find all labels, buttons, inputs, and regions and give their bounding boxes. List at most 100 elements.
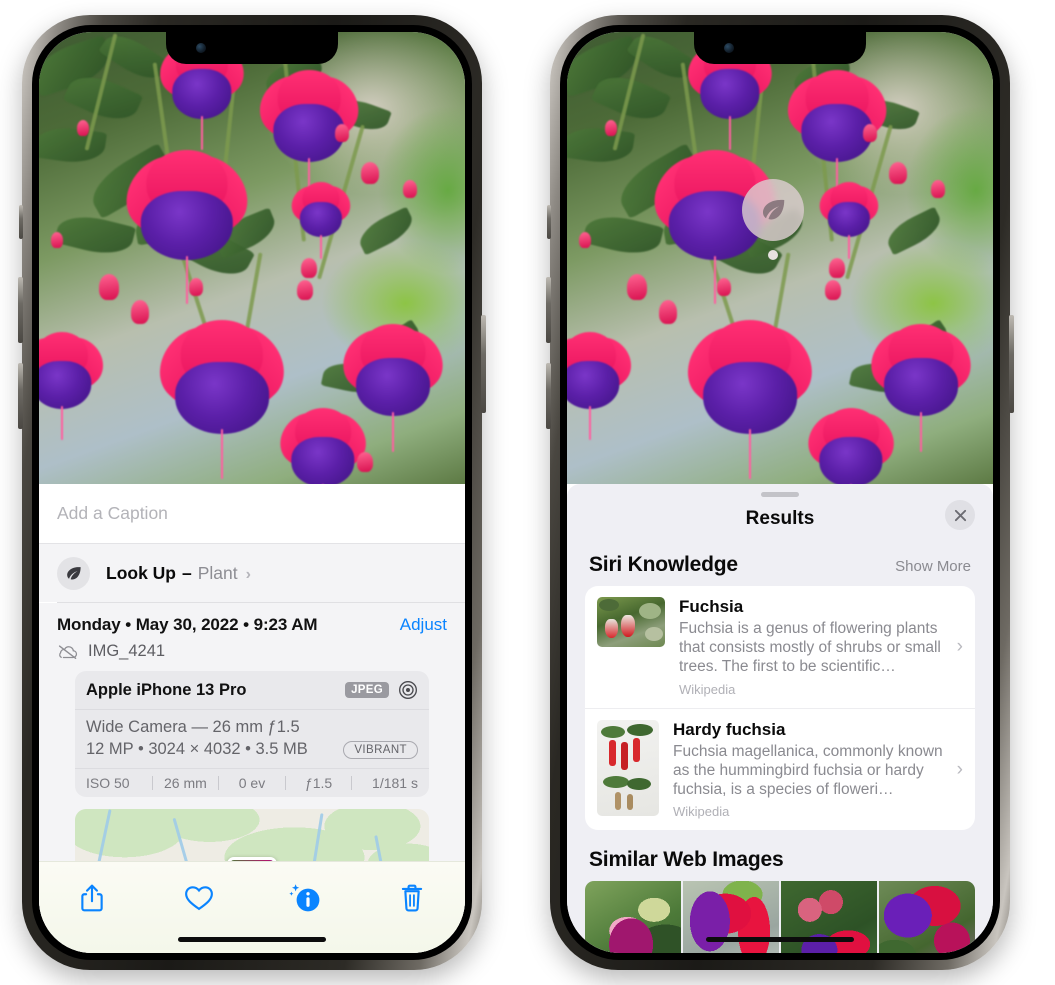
leaf-icon [57,556,90,590]
filename: IMG_4241 [88,642,166,660]
visual-look-up-anchor-dot [768,250,778,260]
photo-viewer[interactable] [39,32,465,484]
leaf-icon [763,199,785,220]
camera-model: Apple iPhone 13 Pro [86,680,247,699]
lens-info: Wide Camera — 26 mm ƒ1.5 [86,718,300,736]
look-up-row[interactable]: ✦ ✦ Look Up – Plant › [39,536,465,602]
similar-web-image-3[interactable] [781,881,877,953]
exif-stat-iso: ISO 50 [86,775,130,791]
home-indicator[interactable] [706,937,854,942]
knowledge-text: Hardy fuchsia Fuchsia magellanica, commo… [673,720,963,820]
image-size-info: 12 MP • 3024 × 4032 • 3.5 MB [86,740,308,758]
flower [797,402,905,484]
front-camera-icon [196,43,206,53]
knowledge-text: Fuchsia Fuchsia is a genus of flowering … [679,597,963,697]
knowledge-description: Fuchsia is a genus of flowering plants t… [679,620,941,676]
section-title: Similar Web Images [589,848,784,872]
exif-stat-shutter: 1/181 s [372,775,418,791]
notch [694,32,866,64]
volume-down-button[interactable] [546,363,551,429]
look-up-subject: Plant [197,562,238,583]
similar-web-images-strip[interactable] [585,881,975,953]
chevron-right-icon: › [956,635,963,657]
share-button[interactable] [64,876,120,920]
icloud-slash-icon [57,644,79,660]
knowledge-row[interactable]: Fuchsia Fuchsia is a genus of flowering … [585,586,975,708]
exif-header: Apple iPhone 13 Pro JPEG [75,671,429,710]
knowledge-source: Wikipedia [673,804,730,820]
favorite-button[interactable] [171,876,227,920]
volume-down-button[interactable] [18,363,23,429]
volume-up-button[interactable] [546,277,551,343]
siri-knowledge-header: Siri Knowledge Show More [567,541,993,586]
flower [812,178,886,259]
similar-web-image-4[interactable] [879,881,975,953]
silent-switch[interactable] [547,205,551,239]
adjust-button[interactable]: Adjust [400,615,447,635]
show-more-button[interactable]: Show More [895,558,971,575]
exif-stat-focal: 26 mm [163,775,207,791]
knowledge-row[interactable]: Hardy fuchsia Fuchsia magellanica, commo… [585,707,975,831]
flower [247,64,371,198]
metadata-block: Monday • May 30, 2022 • 9:23 AM Adjust I… [39,603,465,895]
capture-date: Monday • May 30, 2022 • 9:23 AM [57,615,318,634]
caption-field-row[interactable]: Add a Caption [39,484,465,544]
results-sheet: Results Siri Knowledge Show More Fuchsia… [567,484,993,953]
exif-body: Wide Camera — 26 mm ƒ1.5 12 MP • 3024 × … [75,710,429,768]
iphone-right-device: Results Siri Knowledge Show More Fuchsia… [546,15,1014,970]
siri-knowledge-card: Fuchsia Fuchsia is a genus of flowering … [585,586,975,831]
visual-look-up-badge[interactable] [742,179,804,241]
results-header: Results [567,497,993,541]
exif-card[interactable]: Apple iPhone 13 Pro JPEG Wide Camera — 2… [75,671,429,797]
photo-detail-sheet: Add a Caption ✦ ✦ Look Up – [39,484,465,953]
knowledge-title: Fuchsia [679,597,744,616]
section-title: Siri Knowledge [589,553,738,576]
photo-viewer[interactable] [567,32,993,484]
chevron-right-icon: › [245,565,251,583]
photographic-style-badge: VIBRANT [343,740,418,759]
home-indicator[interactable] [178,937,326,942]
flower [775,64,899,198]
notch [166,32,338,64]
chevron-right-icon: › [956,758,963,780]
look-up-dash: – [182,562,192,583]
similar-web-image-2[interactable] [683,881,779,953]
device-bezel: Results Siri Knowledge Show More Fuchsia… [560,25,1000,960]
flower [39,327,114,440]
flower [284,178,358,259]
close-button[interactable] [945,500,975,530]
info-button[interactable] [277,876,333,920]
similar-web-images-header: Similar Web Images [567,830,993,881]
silent-switch[interactable] [19,205,23,239]
knowledge-source: Wikipedia [679,681,736,697]
screenshot-stage: Add a Caption ✦ ✦ Look Up – [0,0,1055,985]
flower [567,327,642,440]
power-button[interactable] [1009,315,1014,413]
exif-stat-aperture: ƒ1.5 [304,775,333,791]
flower [269,402,377,484]
look-up-label-group: Look Up – Plant › [106,563,251,584]
results-title: Results [745,508,815,529]
right-screen: Results Siri Knowledge Show More Fuchsia… [567,32,993,953]
device-bezel: Add a Caption ✦ ✦ Look Up – [32,25,472,960]
aperture-icon [398,680,418,700]
exif-stat-ev: 0 ev [238,775,266,791]
similar-web-image-1[interactable] [585,881,681,953]
knowledge-thumbnail [597,719,659,816]
iphone-left-device: Add a Caption ✦ ✦ Look Up – [18,15,486,970]
left-screen: Add a Caption ✦ ✦ Look Up – [39,32,465,953]
look-up-label: Look Up [106,562,176,583]
flower [144,311,300,479]
caption-placeholder: Add a Caption [57,503,168,523]
flower [672,311,828,479]
flower [111,141,263,304]
front-camera-icon [724,43,734,53]
trash-button[interactable] [384,876,440,920]
close-icon [954,509,966,521]
power-button[interactable] [481,315,486,413]
format-badge: JPEG [345,682,389,698]
volume-up-button[interactable] [18,277,23,343]
exif-stats-row: ISO 50 26 mm 0 ev ƒ1.5 1/181 s [75,768,429,797]
knowledge-description: Fuchsia magellanica, commonly known as t… [673,742,943,799]
knowledge-thumbnail [597,597,665,647]
